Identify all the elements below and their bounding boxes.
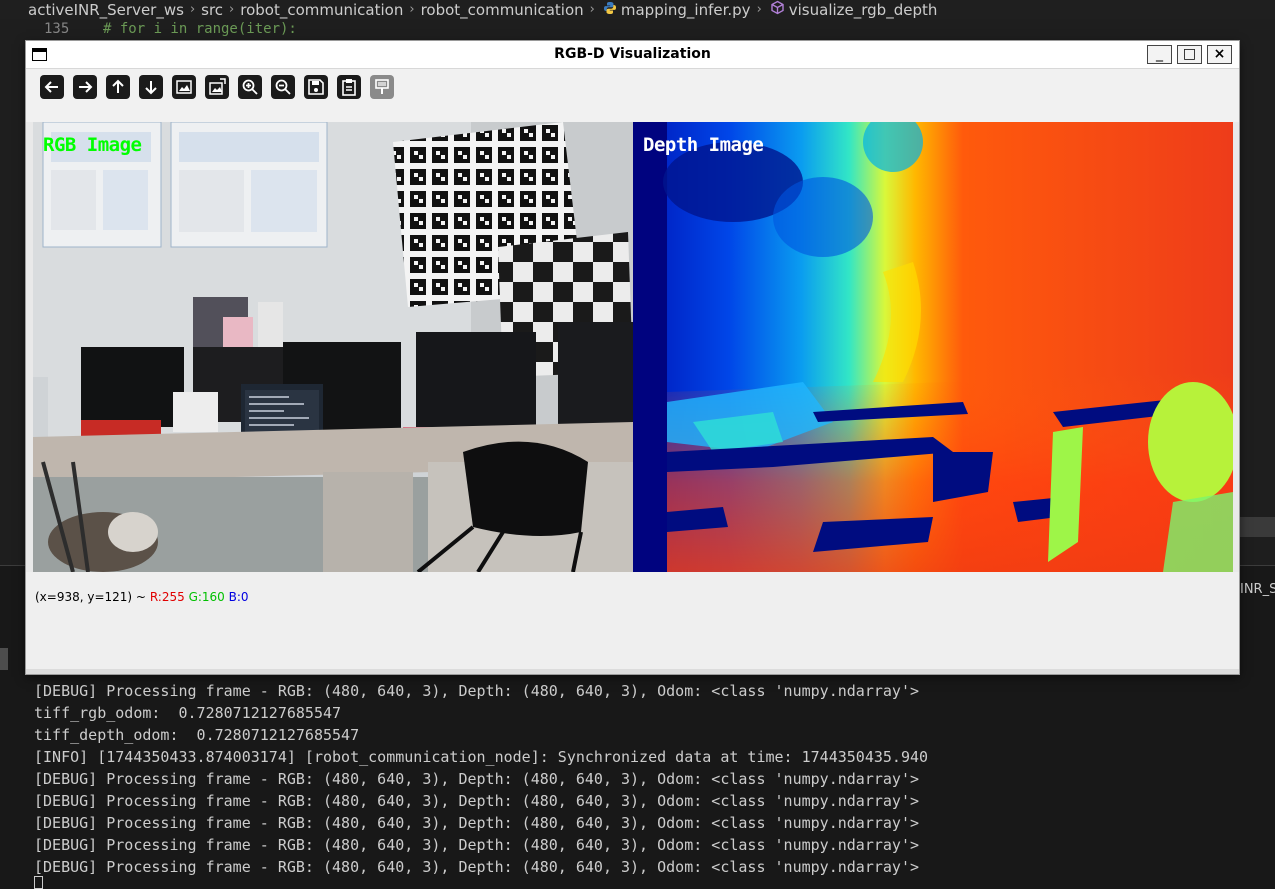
properties-icon[interactable] <box>370 75 394 99</box>
clipboard-icon[interactable] <box>337 75 361 99</box>
arrow-down-icon[interactable] <box>139 75 163 99</box>
maximize-button[interactable]: □ <box>1177 45 1202 64</box>
breadcrumb-item-file[interactable]: mapping_infer.py <box>621 0 751 20</box>
toolbar <box>26 69 1239 122</box>
chevron-right-icon: › <box>189 2 196 17</box>
terminal-line: [INFO] [1744350433.874003174] [robot_com… <box>34 748 929 766</box>
method-cube-icon <box>770 0 785 20</box>
depth-image[interactable]: Depth Image <box>633 122 1233 572</box>
terminal-line: [DEBUG] Processing frame - RGB: (480, 64… <box>34 836 920 854</box>
terminal-line: [DEBUG] Processing frame - RGB: (480, 64… <box>34 814 920 832</box>
terminal-line: [DEBUG] Processing frame - RGB: (480, 64… <box>34 858 920 876</box>
minimize-button[interactable]: _ <box>1147 45 1172 64</box>
window-title: RGB-D Visualization <box>554 46 711 62</box>
chevron-right-icon: › <box>229 2 235 17</box>
breadcrumb-item-workspace[interactable]: activeINR_Server_ws <box>28 0 184 20</box>
save-icon[interactable] <box>304 75 328 99</box>
terminal-line: tiff_rgb_odom: 0.7280712127685547 <box>34 704 342 722</box>
rgb-image-label: RGB Image <box>43 134 142 156</box>
pixel-coordinates: (x=938, y=121) ~ <box>35 590 146 604</box>
arrow-up-icon[interactable] <box>106 75 130 99</box>
image-icon[interactable] <box>172 75 196 99</box>
terminal-line: [DEBUG] Processing frame - RGB: (480, 64… <box>34 770 920 788</box>
breadcrumb-item-module[interactable]: robot_communication <box>421 0 584 20</box>
breadcrumb: activeINR_Server_ws › src › robot_communicat… <box>0 0 1275 20</box>
pixel-green-value: G:160 <box>188 590 225 604</box>
pixel-blue-value: B:0 <box>228 590 249 604</box>
rgb-image-photo <box>33 122 633 572</box>
breadcrumb-item-src[interactable]: src <box>201 0 223 20</box>
depth-image-label: Depth Image <box>643 134 764 156</box>
python-file-icon <box>603 0 617 20</box>
pixel-readout: (x=938, y=121) ~ R:255 G:160 B:0 <box>35 590 249 604</box>
breadcrumb-item-function[interactable]: visualize_rgb_depth <box>789 0 938 20</box>
terminal-tab-label[interactable]: INR_Ser <box>1240 582 1275 597</box>
terminal-line: [DEBUG] Processing frame - RGB: (480, 64… <box>34 792 920 810</box>
breadcrumb-item-package[interactable]: robot_communication <box>240 0 403 20</box>
chevron-right-icon: › <box>756 2 762 17</box>
gutter-marker <box>0 648 8 670</box>
zoom-out-icon[interactable] <box>271 75 295 99</box>
close-button[interactable]: × <box>1207 45 1232 64</box>
rgbd-visualization-window: RGB-D Visualization _ □ × RGB Image Dept… <box>26 41 1239 674</box>
rgb-image[interactable]: RGB Image <box>33 122 633 572</box>
terminal-output: [DEBUG] Processing frame - RGB: (480, 64… <box>34 680 928 878</box>
chevron-right-icon: › <box>409 2 415 17</box>
zoom-in-icon[interactable] <box>238 75 262 99</box>
image-fit-icon[interactable] <box>205 75 229 99</box>
window-bottom-border[interactable] <box>26 669 1239 674</box>
arrow-right-icon[interactable] <box>73 75 97 99</box>
code-comment: # for i in range(iter): <box>103 21 297 37</box>
chevron-right-icon: › <box>589 2 595 17</box>
editor-code-line[interactable]: 135 # for i in range(iter): <box>0 19 1275 41</box>
line-number: 135 <box>44 21 70 37</box>
depth-image-colormap <box>633 122 1233 572</box>
image-canvas[interactable]: RGB Image Depth Image <box>33 122 1233 572</box>
window-titlebar[interactable]: RGB-D Visualization _ □ × <box>26 41 1239 69</box>
arrow-left-icon[interactable] <box>40 75 64 99</box>
terminal-line: [DEBUG] Processing frame - RGB: (480, 64… <box>34 682 920 700</box>
terminal-cursor <box>34 876 43 889</box>
status-bar: (x=938, y=121) ~ R:255 G:160 B:0 <box>26 572 1239 669</box>
terminal-line: tiff_depth_odom: 0.7280712127685547 <box>34 726 360 744</box>
pixel-red-value: R:255 <box>149 590 185 604</box>
scrollbar-thumb[interactable] <box>1240 517 1275 537</box>
